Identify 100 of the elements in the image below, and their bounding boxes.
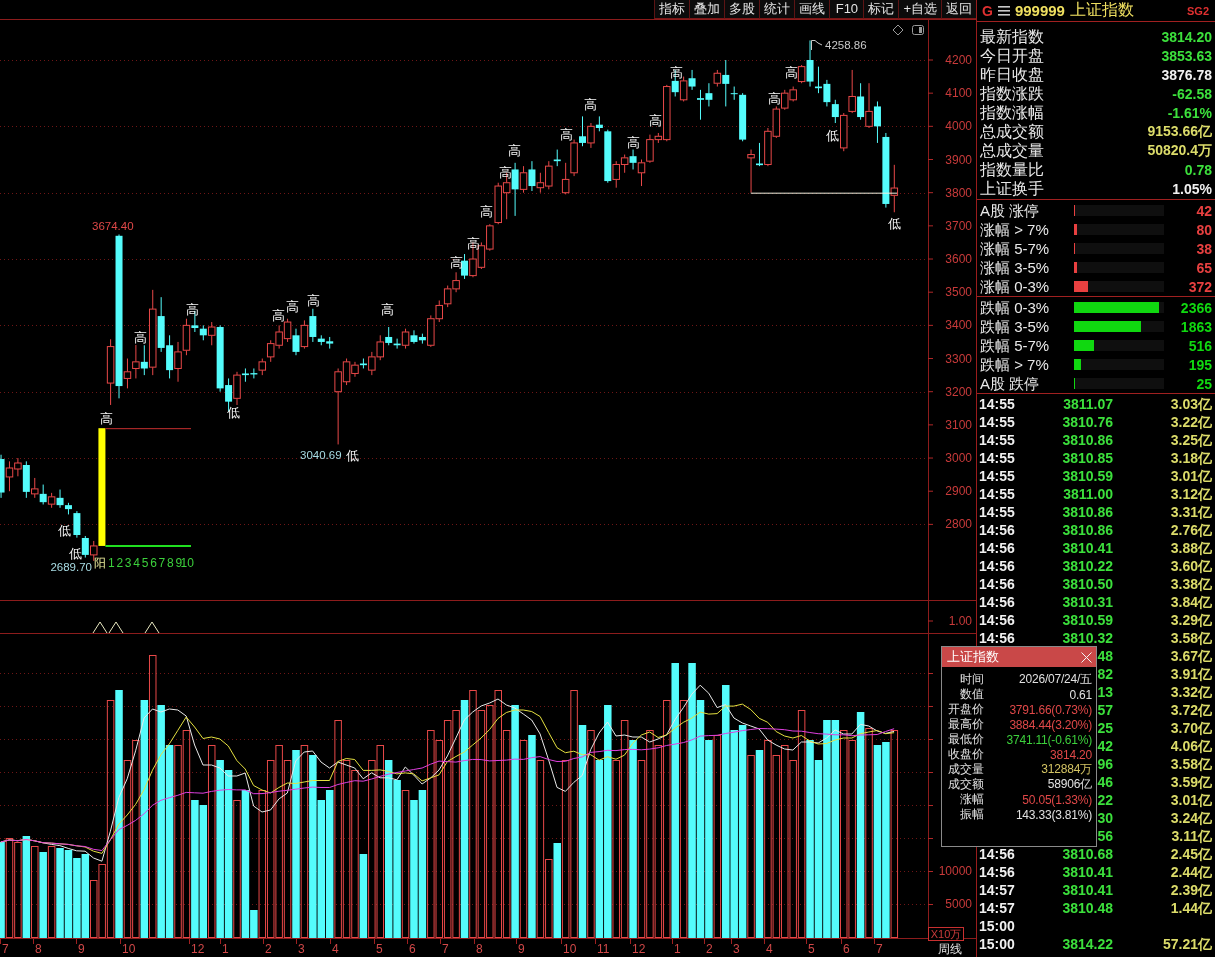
trade-amount: 3.59亿 xyxy=(1170,773,1212,791)
trade-time: 14:56 xyxy=(979,557,1016,575)
breadth-label: 涨幅 3-5% xyxy=(980,258,1051,277)
week-count-label: 9 xyxy=(175,556,183,570)
toolbar-button[interactable]: +自选 xyxy=(898,0,941,19)
high-marker: 高 xyxy=(380,301,394,317)
toolbar-button[interactable]: F10 xyxy=(829,0,864,19)
trade-price: 3810.59 xyxy=(1062,467,1113,485)
trade-price: 3810.22 xyxy=(1062,557,1113,575)
popup-value: 3741.11(-0.61%) xyxy=(1006,732,1092,747)
breadth-label: 跌幅 5-7% xyxy=(980,336,1051,355)
close-button[interactable] xyxy=(1080,651,1092,663)
trade-amount: 3.84亿 xyxy=(1170,593,1212,611)
trade-time: 14:56 xyxy=(979,845,1016,863)
popup-value: 2026/07/24/五 xyxy=(1019,671,1092,688)
stat-value: 50820.4万 xyxy=(1147,141,1212,160)
stat-label: 总成交量 xyxy=(980,141,1044,160)
toolbar-button[interactable]: 画线 xyxy=(794,0,830,19)
stat-value: 9153.66亿 xyxy=(1147,122,1212,141)
week-count-label: 3 xyxy=(124,556,132,570)
trade-amount: 3.58亿 xyxy=(1170,629,1212,647)
breadth-count: 1863 xyxy=(1179,318,1212,335)
price-label: 2689.70 xyxy=(50,561,92,573)
week-count-label: 6 xyxy=(150,556,157,570)
high-marker: 高 xyxy=(185,301,199,317)
trade-amount: 3.58亿 xyxy=(1170,755,1212,773)
toolbar-button[interactable]: 标记 xyxy=(863,0,899,19)
trade-price: 56 xyxy=(1097,827,1113,845)
diamond-icon[interactable] xyxy=(892,24,904,36)
trade-time: 14:55 xyxy=(979,485,1016,503)
price-axis-label: 3900 xyxy=(945,152,972,167)
popup-label: 时间 xyxy=(960,671,984,688)
trade-time: 14:55 xyxy=(979,503,1016,521)
high-marker: 高 xyxy=(669,64,683,80)
date-axis-label: 10 xyxy=(563,942,577,956)
stat-label: 指数涨跌 xyxy=(980,84,1044,103)
high-marker: 高 xyxy=(466,235,480,251)
trade-time: 14:57 xyxy=(979,899,1016,917)
trade-time: 14:56 xyxy=(979,521,1016,539)
price-axis-label: 3300 xyxy=(945,351,972,366)
popup-value: 3884.44(3.20%) xyxy=(1009,717,1092,732)
menu-icon[interactable] xyxy=(997,5,1010,16)
date-axis-label: 1 xyxy=(674,942,681,956)
toolbar-button[interactable]: 统计 xyxy=(759,0,795,19)
breadth-count: 516 xyxy=(1187,337,1212,354)
breadth-label: 涨幅 5-7% xyxy=(980,239,1051,258)
popup-label: 最低价 xyxy=(948,731,984,748)
low-marker: 低 xyxy=(825,127,839,143)
high-marker: 高 xyxy=(784,64,798,80)
high-marker: 高 xyxy=(559,126,573,142)
trade-price: 48 xyxy=(1097,647,1113,665)
stat-value: 0.78 xyxy=(1184,161,1212,178)
toolbar-button[interactable]: 指标 xyxy=(654,0,690,19)
breadth-label: 跌幅 0-3% xyxy=(980,298,1051,317)
trade-price: 46 xyxy=(1097,773,1113,791)
stat-label: 今日开盘 xyxy=(980,46,1044,65)
date-axis-label: 8 xyxy=(476,942,483,956)
popup-label: 振幅 xyxy=(960,806,984,823)
trade-amount: 3.72亿 xyxy=(1170,701,1212,719)
toolbar-button[interactable]: 叠加 xyxy=(689,0,725,19)
breadth-count: 38 xyxy=(1195,240,1212,257)
panel-icon[interactable] xyxy=(912,25,924,35)
week-count-label: 8 xyxy=(167,556,174,570)
breadth-label: 跌幅 3-5% xyxy=(980,317,1051,336)
trade-amount: 3.01亿 xyxy=(1170,791,1212,809)
trade-price: 82 xyxy=(1097,665,1113,683)
trade-time: 14:56 xyxy=(979,593,1016,611)
chevron-up-icon xyxy=(108,621,124,634)
chevron-up-icon xyxy=(92,621,108,634)
week-count-label: 10 xyxy=(180,556,194,570)
week-count-label: 1 xyxy=(108,556,115,570)
popup-value: 3814.20 xyxy=(1050,747,1092,762)
trade-price: 3810.59 xyxy=(1062,611,1113,629)
price-label: 3040.69 xyxy=(300,449,342,461)
popup-title: 上证指数 xyxy=(947,648,999,666)
toolbar-button[interactable]: 返回 xyxy=(941,0,976,19)
volume-axis-label: 5000 xyxy=(945,897,972,911)
breadth-count: 25 xyxy=(1195,375,1212,392)
high-marker: 高 xyxy=(767,90,781,106)
trade-time: 14:55 xyxy=(979,431,1016,449)
breadth-label: 涨幅 > 7% xyxy=(980,220,1050,239)
popup-label: 成交量 xyxy=(948,761,984,778)
date-axis-label: 8 xyxy=(35,942,42,956)
price-axis-label: 2800 xyxy=(945,517,972,532)
low-marker: 低 xyxy=(68,545,82,561)
price-axis-label: 4200 xyxy=(945,53,972,67)
week-count-label: 7 xyxy=(158,556,166,570)
trade-amount: 3.18亿 xyxy=(1170,449,1212,467)
date-axis-label: 7 xyxy=(442,942,449,956)
popup-value: 3791.66(0.73%) xyxy=(1009,702,1092,717)
toolbar-button[interactable]: 多股 xyxy=(724,0,760,19)
high-marker: 高 xyxy=(479,203,493,219)
stat-value: 3814.20 xyxy=(1161,28,1212,45)
breadth-count: 80 xyxy=(1195,221,1212,238)
breadth-label: 涨幅 0-3% xyxy=(980,277,1051,296)
date-axis-label: 2 xyxy=(706,942,713,956)
trade-price: 3810.41 xyxy=(1062,881,1113,899)
trade-amount: 3.25亿 xyxy=(1170,431,1212,449)
price-axis-label: 3500 xyxy=(945,285,972,300)
trade-amount: 2.76亿 xyxy=(1170,521,1212,539)
